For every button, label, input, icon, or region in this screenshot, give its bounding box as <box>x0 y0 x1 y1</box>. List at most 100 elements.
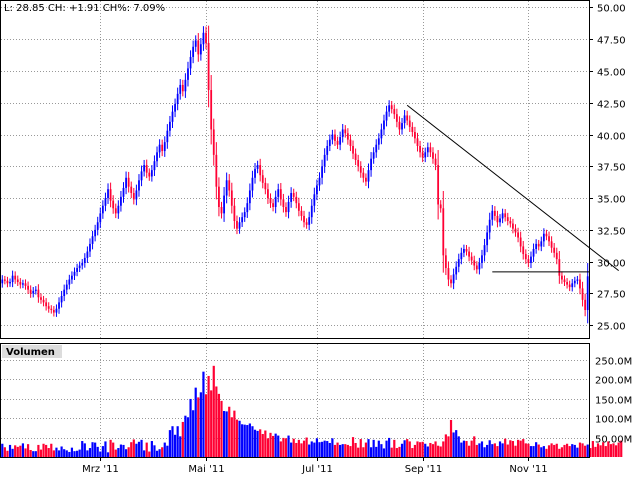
volume-bar <box>161 447 164 457</box>
price-candle-body <box>519 237 522 247</box>
volume-bar <box>457 436 460 457</box>
volume-bar <box>310 441 313 457</box>
price-candle-body <box>228 180 231 191</box>
price-candle-body <box>561 275 563 280</box>
volume-bar <box>326 441 329 457</box>
price-candle-body <box>112 200 115 209</box>
volume-bar <box>372 439 375 457</box>
volume-bar <box>400 443 404 457</box>
volume-bar <box>493 443 496 457</box>
volume-bar <box>565 443 569 457</box>
volume-bar <box>8 444 12 457</box>
volume-bar <box>504 438 507 457</box>
volume-bar <box>486 444 489 457</box>
price-candle-body <box>452 274 455 284</box>
volume-bar <box>176 426 179 457</box>
price-candle-body <box>308 217 311 225</box>
price-candle-body <box>323 154 326 167</box>
volume-bar <box>168 430 172 457</box>
volume-bar <box>171 426 174 457</box>
volume-bar <box>230 417 233 457</box>
volume-bar <box>11 448 14 457</box>
volume-bar <box>442 441 445 457</box>
volume-bar <box>279 441 282 457</box>
volume-bar <box>45 444 48 457</box>
volume-bar <box>323 440 326 457</box>
volume-tick-label: 100.0M <box>595 415 632 426</box>
volume-bar <box>604 446 607 457</box>
volume-bar <box>150 441 153 457</box>
price-candle-body <box>385 111 388 121</box>
volume-bar <box>473 436 476 457</box>
volume-bar <box>6 450 9 457</box>
price-candle-body <box>40 297 42 300</box>
price-candle-body <box>517 232 519 238</box>
price-candle-body <box>406 115 409 121</box>
price-candle-body <box>114 208 117 214</box>
price-tick-label: 30.00 <box>597 259 626 270</box>
volume-bar <box>65 450 68 457</box>
price-candle-body <box>532 248 535 257</box>
price-candle-body <box>359 166 362 173</box>
price-tick-label: 32.50 <box>597 227 626 238</box>
price-candle-body <box>321 166 323 178</box>
price-candle-body <box>499 218 501 223</box>
price-candle-body <box>207 42 210 91</box>
volume-bar <box>238 420 241 457</box>
price-candle-body <box>336 140 339 145</box>
volume-bar <box>287 435 290 457</box>
price-candle-body <box>535 243 538 249</box>
price-candle-body <box>563 279 566 283</box>
volume-bar <box>367 439 370 457</box>
price-candle-body <box>290 193 293 202</box>
price-candle-body <box>555 252 558 260</box>
volume-bar <box>553 444 556 457</box>
volume-bar <box>179 436 182 457</box>
price-candle-body <box>109 189 112 201</box>
price-candle-body <box>199 44 202 55</box>
volume-bar <box>313 442 316 457</box>
price-candle-body <box>542 233 545 242</box>
price-candle-body <box>14 275 17 280</box>
volume-bar <box>300 443 303 457</box>
price-candle-body <box>460 252 463 260</box>
price-candle-body <box>47 306 50 309</box>
volume-bar <box>207 375 210 457</box>
volume-bar <box>256 430 259 457</box>
price-candle-body <box>586 276 589 311</box>
volume-bar <box>145 442 148 457</box>
volume-bar <box>153 445 156 457</box>
volume-bar <box>571 444 574 457</box>
volume-bar <box>243 424 246 457</box>
price-candle-body <box>58 302 60 309</box>
volume-bar <box>403 440 406 457</box>
price-candle-body <box>96 222 99 230</box>
volume-bar <box>47 448 50 457</box>
price-candle-body <box>210 90 213 130</box>
price-candle-body <box>576 279 579 281</box>
volume-bar <box>215 386 218 457</box>
price-candle-body <box>455 266 458 275</box>
volume-bar <box>225 411 228 457</box>
volume-bar <box>60 446 63 457</box>
price-candle-body <box>55 308 58 313</box>
price-candle-body <box>486 232 489 246</box>
volume-bar <box>467 445 471 457</box>
volume-tick-label: 150.0M <box>595 396 632 407</box>
volume-bar <box>37 444 40 457</box>
price-candle-body <box>1 279 4 284</box>
volume-bar <box>375 446 378 457</box>
volume-bar <box>21 443 25 457</box>
volume-bar <box>349 446 352 457</box>
volume-bar <box>114 449 117 457</box>
volume-bar <box>189 398 192 457</box>
volume-bar <box>501 443 504 457</box>
price-candle-body <box>107 189 109 199</box>
volume-bar <box>478 443 481 457</box>
volume-bar <box>212 365 215 457</box>
price-candle-body <box>537 243 540 247</box>
price-candle-body <box>176 93 179 105</box>
volume-bar <box>540 447 543 457</box>
price-candles <box>1 25 589 324</box>
price-candle-body <box>584 299 587 311</box>
